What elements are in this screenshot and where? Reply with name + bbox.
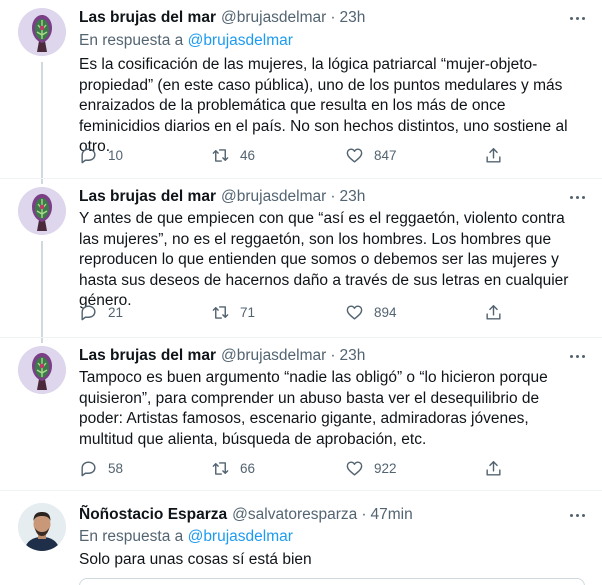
tweet-text: Solo para unas cosas sí está bien [79,551,312,568]
reply-button[interactable]: 58 [79,458,123,478]
reply-button[interactable]: 10 [79,145,123,165]
retweet-icon [212,461,229,475]
reply-context: En respuesta a @brujasdelmar [79,32,293,50]
tweet-2[interactable]: Las brujas del mar @brujasdelmar · 23h Y… [0,179,602,337]
retweet-count: 46 [240,147,256,163]
retweet-icon [212,305,229,319]
author-name[interactable]: Las brujas del mar [79,188,216,206]
reply-to-label: En respuesta a [79,528,184,545]
like-button[interactable]: 894 [345,302,397,322]
reply-icon [81,460,96,476]
retweet-icon [212,148,229,162]
share-icon [486,147,501,163]
reply-to-label: En respuesta a [79,32,184,49]
reply-icon [81,304,96,320]
tweet-1[interactable]: Las brujas del mar @brujasdelmar · 23h E… [0,0,602,178]
timestamp[interactable]: 23h [340,9,366,27]
heart-icon [346,304,363,320]
more-icon[interactable] [567,505,587,525]
like-count: 847 [374,147,397,163]
author-name[interactable]: Ñoñostacio Esparza [79,506,227,524]
person-avatar-photo [18,503,66,551]
tweet-3[interactable]: Las brujas del mar @brujasdelmar · 23h T… [0,338,602,490]
author-handle[interactable]: @salvatoresparza [232,506,357,524]
thread-line [41,241,43,337]
retweet-button[interactable]: 71 [211,302,255,322]
tweet-actions: 58 66 922 [79,458,579,478]
retweet-button[interactable]: 46 [211,145,255,165]
reply-to-handle-link[interactable]: @brujasdelmar [188,32,293,49]
like-button[interactable]: 847 [345,145,397,165]
reply-button[interactable]: 21 [79,302,123,322]
reply-count: 10 [108,147,124,163]
witch-hand-avatar-art [18,8,66,56]
more-icon[interactable] [567,346,587,366]
reply-context: En respuesta a @brujasdelmar [79,528,293,546]
share-icon [486,460,501,476]
tweet-text: Es la cosificación de las mujeres, la ló… [79,56,568,155]
avatar[interactable] [18,8,66,56]
author-handle[interactable]: @brujasdelmar [221,188,326,206]
tweet-header: Las brujas del mar @brujasdelmar · 23h [79,8,365,28]
separator-dot: · [330,9,336,26]
like-count: 922 [374,460,397,476]
share-icon [486,304,501,320]
witch-hand-avatar-art [18,187,66,235]
tweet-4[interactable]: Ñoñostacio Esparza @salvatoresparza · 47… [0,491,602,585]
like-count: 894 [374,304,397,320]
timestamp[interactable]: 47min [370,506,412,524]
like-button[interactable]: 922 [345,458,397,478]
tweet-header: Las brujas del mar @brujasdelmar · 23h [79,187,365,207]
more-icon[interactable] [567,8,587,28]
avatar[interactable] [18,503,66,551]
heart-icon [346,460,363,476]
embedded-card-stub[interactable] [79,578,585,585]
share-button[interactable] [484,458,503,478]
tweet-header: Ñoñostacio Esparza @salvatoresparza · 47… [79,505,413,525]
tweet-actions: 21 71 894 [79,302,579,322]
share-button[interactable] [484,145,503,165]
reply-to-handle-link[interactable]: @brujasdelmar [188,528,293,545]
tweet-text: Y antes de que empiecen con que “así es … [79,210,569,309]
retweet-count: 71 [240,304,256,320]
author-handle[interactable]: @brujasdelmar [221,9,326,27]
avatar[interactable] [18,187,66,235]
more-icon[interactable] [567,187,587,207]
retweet-count: 66 [240,460,256,476]
avatar[interactable] [18,346,66,394]
reply-count: 58 [108,460,124,476]
timestamp[interactable]: 23h [340,188,366,206]
reply-count: 21 [108,304,124,320]
thread-line [41,62,43,178]
author-handle[interactable]: @brujasdelmar [221,347,326,365]
heart-icon [346,147,363,163]
separator-dot: · [361,506,367,523]
author-name[interactable]: Las brujas del mar [79,347,216,365]
thread-line [41,338,43,343]
retweet-button[interactable]: 66 [211,458,255,478]
tweet-header: Las brujas del mar @brujasdelmar · 23h [79,346,365,366]
tweet-actions: 10 46 847 [79,145,579,165]
author-name[interactable]: Las brujas del mar [79,9,216,27]
thread-line [41,179,43,184]
timestamp[interactable]: 23h [340,347,366,365]
separator-dot: · [330,188,336,205]
reply-icon [81,147,96,163]
separator-dot: · [330,347,336,364]
witch-hand-avatar-art [18,346,66,394]
share-button[interactable] [484,302,503,322]
tweet-text: Tampoco es buen argumento “nadie las obl… [79,369,548,448]
